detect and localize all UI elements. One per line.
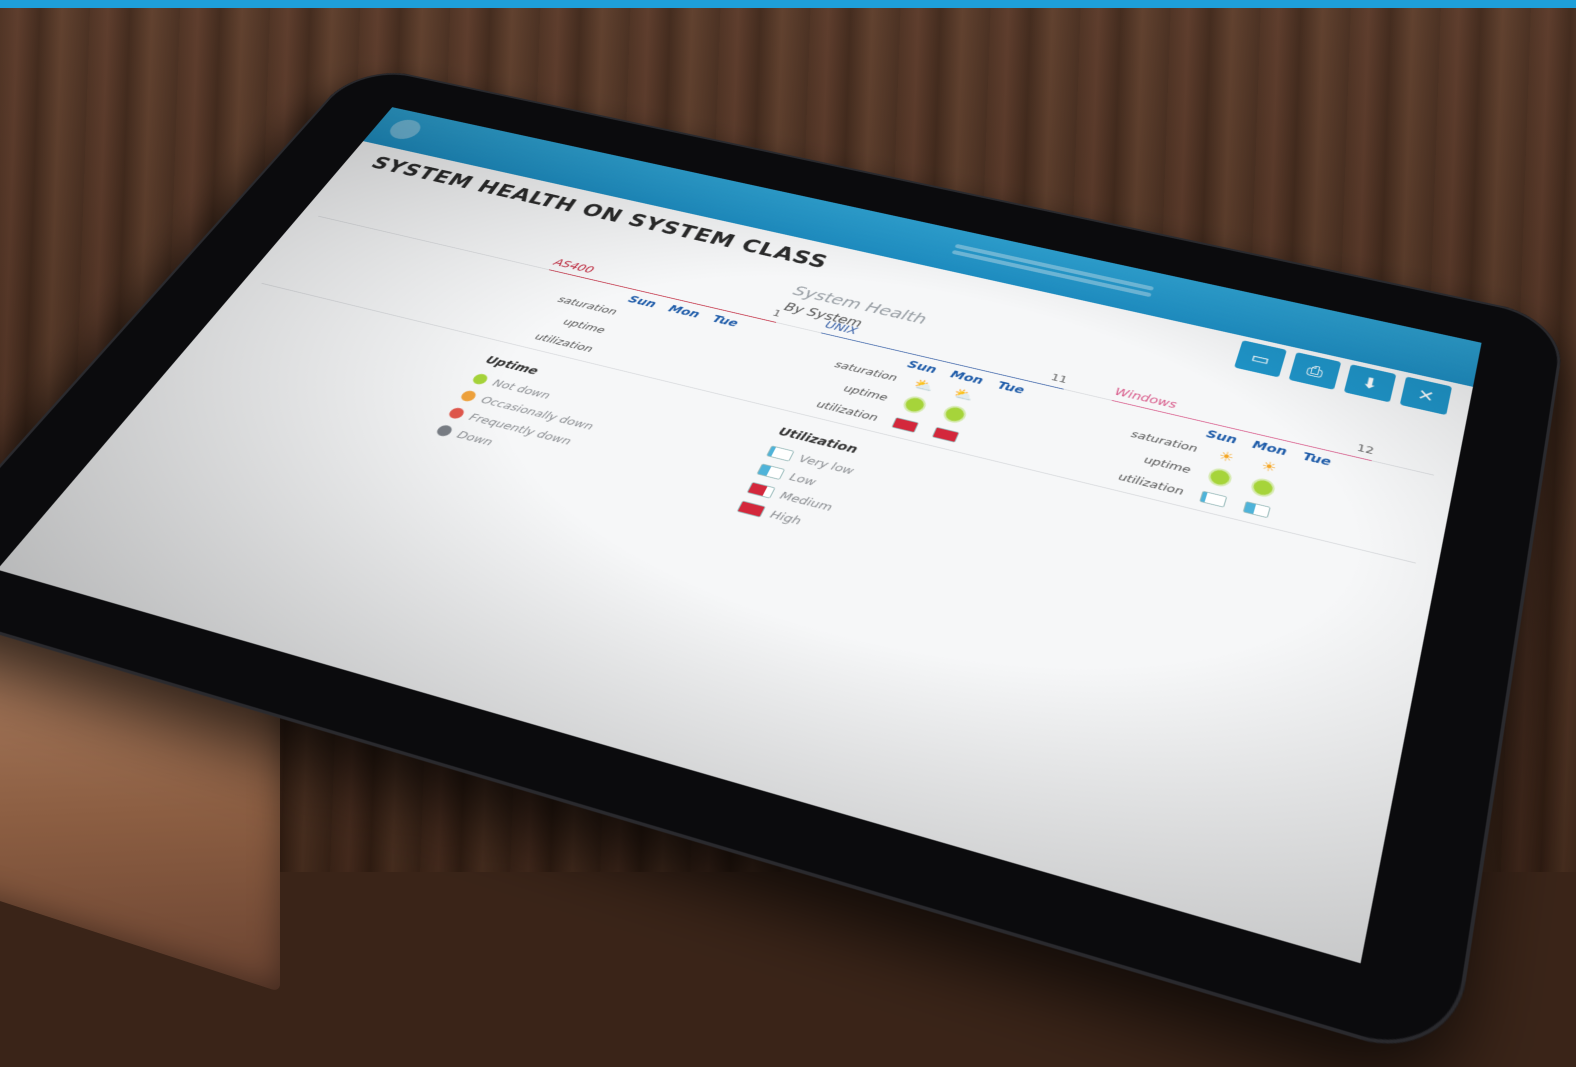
panel-title: AS400 [551,257,597,276]
uptime-ok-icon [900,394,929,416]
legend-label: Low [787,470,819,489]
panel-windows: Windows 12 Sun Mon Tue saturation ☀ ☀ up… [1082,386,1375,545]
download-icon: ⬇ [1359,372,1381,394]
panel-count: 12 [1355,441,1376,457]
legend-label: Down [454,428,496,449]
close-button[interactable]: ✕ [1399,376,1453,416]
uptime-occasional-icon [458,389,479,403]
monitor-icon: ▭ [1248,348,1273,369]
close-icon: ✕ [1415,385,1437,407]
utilization-low-icon [1242,501,1271,519]
uptime-not-down-icon [470,372,490,386]
utilization-low-icon [756,463,786,480]
app-logo-icon [384,117,426,142]
utilization-high-icon [736,500,766,518]
utilization-very-low-icon [766,445,795,462]
uptime-ok-icon [1206,466,1234,489]
download-button[interactable]: ⬇ [1343,364,1397,403]
print-button[interactable]: ⎙ [1288,352,1342,390]
uptime-legend: Uptime Not down Occasionally down Freque… [432,354,618,472]
uptime-ok-icon [1249,476,1277,499]
uptime-down-icon [434,423,455,438]
utilization-high-icon [891,417,920,433]
header-info [950,241,1155,299]
utilization-medium-icon [746,481,776,499]
uptime-frequent-icon [446,406,467,420]
utilization-high-icon [931,426,960,443]
panel-count: 11 [1049,371,1070,386]
utilization-legend: Utilization Very low Low Medium High [734,425,865,537]
print-icon: ⎙ [1304,360,1326,381]
utilization-very-low-icon [1199,490,1228,508]
uptime-ok-icon [940,403,969,425]
panel-count: 1 [770,307,784,320]
legend-label: High [767,508,804,528]
monitor-button[interactable]: ▭ [1234,340,1287,378]
top-accent-bar [0,0,1576,8]
